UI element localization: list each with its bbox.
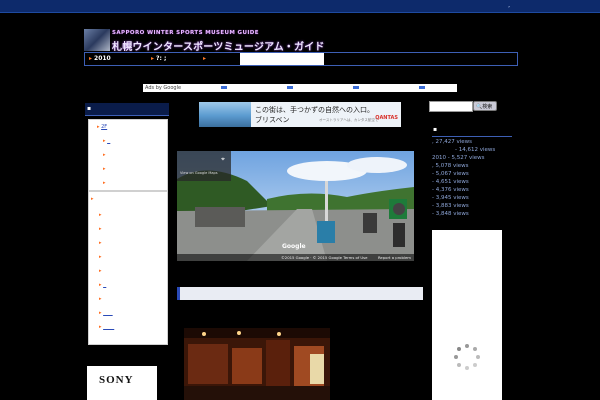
museum-photo-image [184,328,330,400]
main-nav: ▸ 2010 ▸?: ; ▸ [84,52,518,66]
logo-thumbnail [84,29,110,51]
logo-japanese-title: 札幌ウインタースポーツミュージアム・ガイド [112,42,325,53]
category-link[interactable]: ▸ [99,226,102,232]
map-pin-icon: ⌖ [221,155,225,163]
nav-item-label: ?: ; [156,55,167,62]
ads-by-google-label[interactable]: Ads by Google [145,84,181,92]
category-link[interactable]: ▸ [99,212,102,218]
ad-headline: この街は、手つかずの自然への入口。 [255,106,374,114]
nav-item-label: 2010 [94,55,111,62]
category-link[interactable]: ▸ [103,138,110,144]
popular-post-item[interactable]: - 14,612 views [455,147,495,153]
street-view-copyright[interactable]: ©2015 Google · © 2015 Google Terms of Us… [281,255,368,260]
popular-post-item[interactable]: - 4,376 views [432,187,469,193]
top-bar: , [0,0,600,13]
qantas-logo: QANTAS [375,115,398,121]
report-problem-link[interactable]: Report a problem [378,255,411,260]
popular-post-item[interactable]: - 3,945 views [432,195,469,201]
left-sidebar: ▪ ▸ 2F ▸ ▸ ▸ ▸ ▸ ▸ ▸ ▸ ▸ ▸ ▸ ▸ ▸ ▸ [85,103,169,345]
search-button-label: 検索 [482,104,493,110]
ad-link-strip: Ads by Google [143,84,457,92]
ad-link-marker-icon[interactable] [353,86,359,89]
street-view-info-box[interactable]: ⌖ View on Google Maps [177,151,231,181]
category-link[interactable]: ▸ [99,310,113,316]
logo-english-title: SAPPORO WINTER SPORTS MUSEUM GUIDE [112,30,259,36]
category-link[interactable]: ▸ [99,240,102,246]
site-logo[interactable]: SAPPORO WINTER SPORTS MUSEUM GUIDE 札幌ウイン… [84,29,324,53]
category-link-underline [103,310,113,316]
nav-item-3[interactable]: ▸ [203,53,208,65]
category-link-underline [103,282,106,288]
popular-post-item[interactable]: , 27,427 views [432,139,472,145]
nav-highlight-block [240,53,324,65]
category-link[interactable]: ▸ [99,268,102,274]
sony-ad[interactable]: SONY [87,366,157,400]
section-heading-marker [177,287,180,300]
nav-arrow-icon: ▸ [89,55,93,62]
nav-item-2[interactable]: ▸?: ; [151,53,166,65]
qantas-banner-ad[interactable]: この街は、手つかずの自然への入口。 ブリスベン オーストラリアへは、カンタス航空… [199,102,401,127]
category-link[interactable]: ▸ [103,166,106,172]
popular-post-item[interactable]: - 4,651 views [432,179,469,185]
ad-link-marker-icon[interactable] [419,86,425,89]
popular-post-item[interactable]: - 3,848 views [432,211,469,217]
sony-logo-text: SONY [99,374,134,386]
ad-image [199,102,251,127]
search-input[interactable] [429,101,473,112]
category-link[interactable]: ▸ [103,180,106,186]
ad-subheadline: ブリスベン [255,116,290,124]
search-button[interactable]: 🔍検索 [473,101,497,111]
nav-item-2010[interactable]: ▸ 2010 [89,53,111,65]
street-view-info-text: View on Google Maps [180,171,218,175]
category-link[interactable]: ▸ [99,282,106,288]
nav-arrow-icon: ▸ [151,55,155,62]
category-link-underline [103,324,114,330]
street-view-footer: ©2015 Google · © 2015 Google Terms of Us… [177,254,414,261]
category-link[interactable]: ▸ [103,152,106,158]
top-bar-note: , [508,2,510,9]
ad-link-marker-icon[interactable] [287,86,293,89]
category-link[interactable]: ▸ 2F [97,124,107,130]
category-panel-2: ▸ ▸ ▸ ▸ ▸ ▸ ▸ ▸ ▸ ▸ [88,191,168,345]
street-view-embed[interactable]: ⌖ View on Google Maps Google ©2015 Googl… [177,151,414,261]
popular-posts-heading: ▪ [433,126,438,133]
category-panel-1: ▸ 2F ▸ ▸ ▸ ▸ [88,119,168,191]
category-link-underline [107,138,110,144]
category-link[interactable]: ▸ [99,324,114,330]
museum-photo[interactable] [184,328,330,400]
right-ad-slot[interactable] [432,230,502,400]
popular-post-item[interactable]: 2010 - 5,527 views [432,155,485,161]
category-link[interactable]: ▸ [99,254,102,260]
ad-small-text: オーストラリアへは、カンタス航空で [319,118,379,122]
category-link[interactable]: ▸ [99,296,102,302]
popular-post-item[interactable]: - 5,067 views [432,171,469,177]
section-heading-bar [177,287,423,300]
nav-arrow-icon: ▸ [203,55,207,62]
category-link[interactable]: ▸ [91,196,94,202]
popular-post-item[interactable]: , 5,078 views [432,163,469,169]
left-sidebar-heading: ▪ [87,105,92,112]
left-sidebar-header: ▪ [85,103,169,116]
google-watermark: Google [282,243,306,250]
popular-posts-header: ▪ [432,124,512,137]
popular-post-item[interactable]: - 3,883 views [432,203,469,209]
ad-link-marker-icon[interactable] [221,86,227,89]
category-link-label: 2F [101,124,108,130]
